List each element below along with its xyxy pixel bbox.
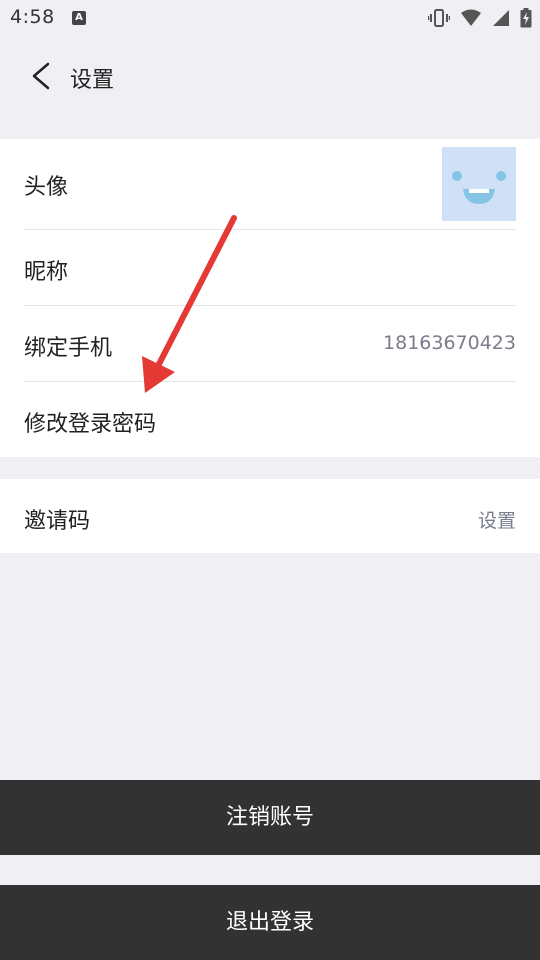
vibrate-icon [428,9,450,27]
back-button[interactable] [20,58,60,94]
status-bar: 4:58 A [0,0,540,36]
smiley-face-icon [452,171,506,204]
status-time: 4:58 [10,6,55,28]
profile-settings-group: 头像 昵称 绑定手机 18163670423 修改登录密码 [0,139,540,457]
nickname-label: 昵称 [24,260,69,285]
avatar[interactable] [442,147,516,221]
invite-code-row[interactable]: 邀请码 设置 [24,479,516,553]
nickname-row[interactable]: 昵称 [24,230,516,305]
signal-icon [493,10,509,26]
phone-number: 18163670423 [383,332,516,354]
invite-code-label: 邀请码 [24,509,91,534]
change-password-row[interactable]: 修改登录密码 [24,382,516,457]
a-icon: A [72,11,86,25]
invite-code-group: 邀请码 设置 [0,479,540,553]
avatar-row[interactable]: 头像 [24,139,516,229]
invite-code-set-link[interactable]: 设置 [478,506,516,533]
bind-phone-label: 绑定手机 [24,336,113,361]
top-bar: 设置 [0,36,540,118]
logout-button[interactable]: 退出登录 [0,885,540,960]
chevron-left-icon [32,62,50,90]
status-icons [428,7,532,29]
battery-charging-icon [520,8,532,28]
change-password-label: 修改登录密码 [24,412,157,437]
page-title: 设置 [70,68,115,93]
avatar-label: 头像 [24,175,69,200]
cancel-account-button[interactable]: 注销账号 [0,780,540,855]
bind-phone-row[interactable]: 绑定手机 18163670423 [24,306,516,381]
wifi-icon [461,9,481,26]
